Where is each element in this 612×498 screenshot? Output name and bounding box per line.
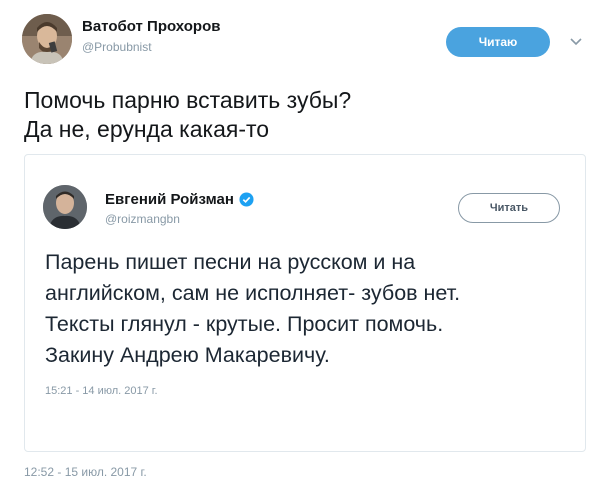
follow-button[interactable]: Читаю xyxy=(446,27,550,57)
quoted-text-line: английском, сам не исполняет- зубов нет. xyxy=(45,281,461,305)
quoted-author-name[interactable]: Евгений Ройзман xyxy=(105,191,254,208)
quoted-author-handle[interactable]: @roizmangbn xyxy=(105,212,180,226)
tweet-text: Помочь парню вставить зубы? Да не, ерунд… xyxy=(24,86,351,144)
quoted-timestamp[interactable]: 15:21 - 14 июл. 2017 г. xyxy=(45,385,158,397)
tweet-text-line: Да не, ерунда какая-то xyxy=(24,116,270,142)
avatar-image xyxy=(22,14,72,64)
author-handle[interactable]: @Probubnist xyxy=(82,40,152,54)
tweet-timestamp[interactable]: 12:52 - 15 июл. 2017 г. xyxy=(24,465,147,479)
quoted-tweet-card[interactable]: Евгений Ройзман @roizmangbn Читать Парен… xyxy=(24,154,586,452)
author-avatar[interactable] xyxy=(22,14,72,64)
verified-badge-icon xyxy=(239,192,254,207)
quoted-author-name-text: Евгений Ройзман xyxy=(105,191,234,208)
tweet-text-line: Помочь парню вставить зубы? xyxy=(24,87,352,113)
quoted-text-line: Тексты глянул - крутые. Просит помочь. xyxy=(45,312,444,336)
quoted-follow-button[interactable]: Читать xyxy=(458,193,560,223)
quoted-text-line: Парень пишет песни на русском и на xyxy=(45,250,416,274)
author-name[interactable]: Ватобот Прохоров xyxy=(82,18,220,35)
quoted-author-avatar[interactable] xyxy=(43,185,87,229)
chevron-down-icon[interactable] xyxy=(568,33,584,49)
quoted-avatar-image xyxy=(43,185,87,229)
quoted-tweet-text: Парень пишет песни на русском и на англи… xyxy=(45,247,460,371)
quoted-text-line: Закину Андрею Макаревичу. xyxy=(45,343,330,367)
